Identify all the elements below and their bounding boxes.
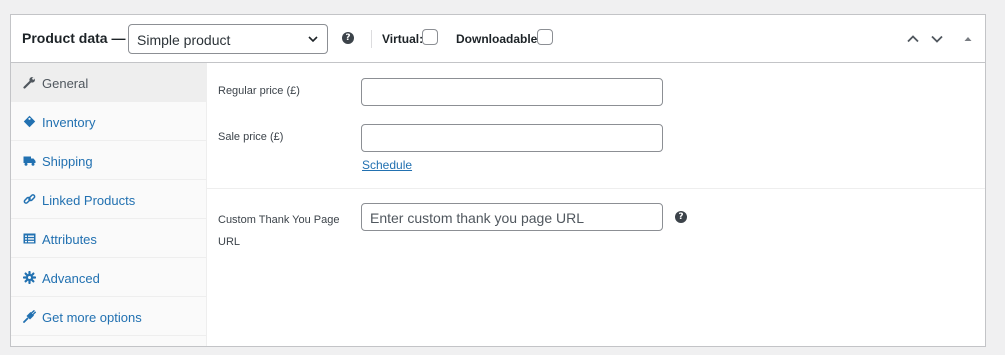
product-data-panel: Product data — Simple product ? Virtual:…	[10, 14, 986, 347]
product-data-header: Product data — Simple product ? Virtual:…	[11, 15, 985, 63]
tab-inventory[interactable]: Inventory	[11, 102, 206, 141]
truck-icon	[23, 156, 36, 166]
product-data-tabs: General Inventory Shipping Linked Produc…	[11, 63, 207, 346]
custom-thank-you-label: Custom Thank You Page URL	[218, 214, 340, 248]
tab-label: Inventory	[42, 115, 96, 130]
collapse-toggle-icon[interactable]	[961, 32, 975, 46]
move-up-icon[interactable]	[906, 32, 920, 46]
link-icon	[23, 194, 36, 204]
tab-shipping[interactable]: Shipping	[11, 141, 206, 180]
product-type-select[interactable]: Simple product	[128, 24, 328, 54]
tab-label: Advanced	[42, 271, 100, 286]
downloadable-checkbox[interactable]	[537, 29, 553, 45]
tab-linked-products[interactable]: Linked Products	[11, 180, 206, 219]
virtual-checkbox[interactable]	[422, 29, 438, 45]
virtual-label: Virtual:	[382, 32, 424, 46]
custom-thank-you-placeholder: Enter custom thank you page URL	[370, 210, 585, 226]
custom-thank-you-url-input[interactable]: Enter custom thank you page URL	[361, 203, 663, 231]
product-data-title: Product data —	[22, 30, 126, 46]
header-divider	[371, 30, 372, 48]
plugin-icon	[23, 310, 36, 323]
tab-label: Linked Products	[42, 193, 136, 208]
schedule-link[interactable]: Schedule	[362, 158, 412, 172]
tag-icon	[23, 115, 36, 128]
list-icon	[23, 233, 36, 244]
tab-label: Attributes	[42, 232, 97, 247]
sale-price-label: Sale price (£)	[218, 131, 284, 143]
product-type-value: Simple product	[137, 32, 231, 48]
tab-advanced[interactable]: Advanced	[11, 258, 206, 297]
move-down-icon[interactable]	[930, 32, 944, 46]
tab-attributes[interactable]: Attributes	[11, 219, 206, 258]
pricing-group: Regular price (£) Sale price (£) Schedul…	[207, 63, 985, 189]
tab-label: Get more options	[42, 310, 142, 325]
wrench-icon	[23, 77, 35, 89]
help-icon[interactable]: ?	[675, 211, 687, 223]
sale-price-input[interactable]	[361, 124, 663, 152]
tab-label: Shipping	[42, 154, 93, 169]
tab-label: General	[42, 76, 89, 91]
downloadable-label: Downloadable:	[456, 32, 542, 46]
regular-price-label: Regular price (£)	[218, 85, 300, 97]
help-icon[interactable]: ?	[342, 32, 354, 44]
gear-icon	[23, 271, 36, 284]
regular-price-input[interactable]	[361, 78, 663, 106]
tab-get-more-options[interactable]: Get more options	[11, 297, 206, 336]
tab-general[interactable]: General	[11, 63, 206, 102]
chevron-down-icon	[308, 36, 318, 43]
general-options-panel: Regular price (£) Sale price (£) Schedul…	[207, 63, 985, 346]
